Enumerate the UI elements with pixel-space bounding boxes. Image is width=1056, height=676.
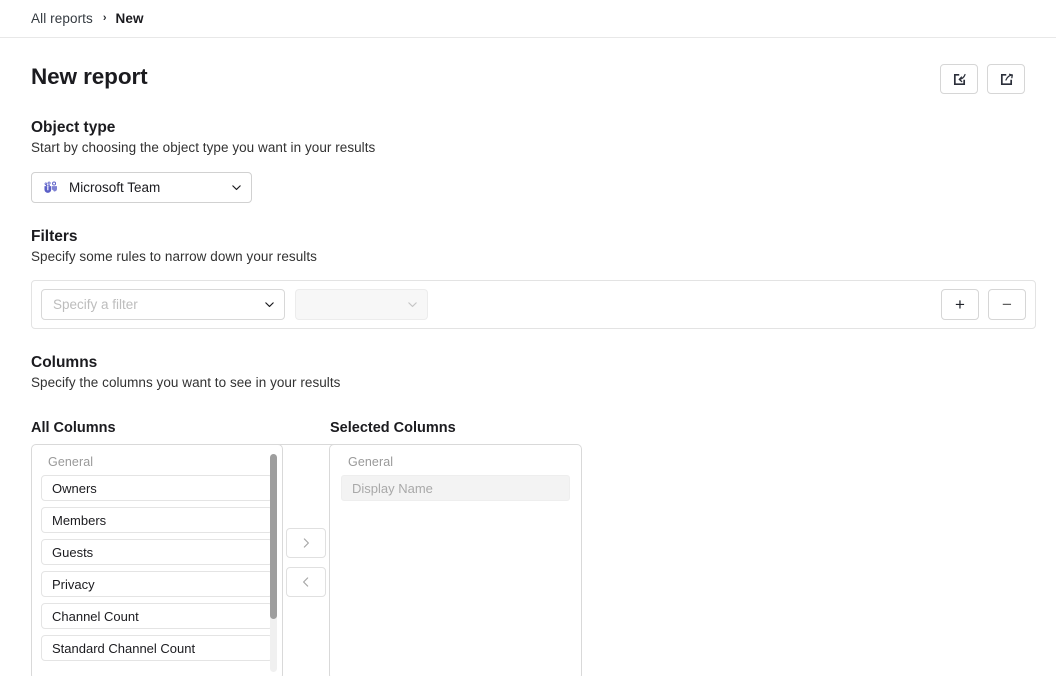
- transfer-buttons: [283, 444, 329, 676]
- list-item[interactable]: Members: [41, 507, 273, 533]
- breadcrumb: All reports › New: [0, 0, 1056, 38]
- list-item[interactable]: Display Name: [341, 475, 570, 501]
- list-item[interactable]: Guests: [41, 539, 273, 565]
- chevron-down-icon: [406, 298, 419, 311]
- all-columns-list: Owners Members Guests Privacy Channel Co…: [41, 475, 273, 661]
- page-body: New report Object type Start by choosing…: [0, 38, 1056, 676]
- object-type-dropdown[interactable]: Microsoft Team: [31, 172, 252, 203]
- filters-section: Filters Specify some rules to narrow dow…: [31, 228, 1036, 329]
- page-title: New report: [31, 64, 148, 89]
- all-columns-scrollbar-thumb[interactable]: [270, 454, 277, 619]
- export-report-button[interactable]: [987, 64, 1025, 94]
- export-icon: [1000, 73, 1013, 85]
- chevron-left-icon: [303, 576, 309, 587]
- remove-filter-button[interactable]: −: [988, 289, 1026, 320]
- selected-columns-panel[interactable]: General Display Name: [329, 444, 582, 676]
- dual-list-transfer: General Owners Members Guests Privacy Ch…: [31, 444, 1036, 676]
- columns-section: Columns Specify the columns you want to …: [31, 354, 1036, 676]
- list-item[interactable]: Standard Channel Count: [41, 635, 273, 661]
- add-filter-button[interactable]: +: [941, 289, 979, 320]
- all-columns-scrollbar[interactable]: [270, 454, 277, 672]
- all-columns-label: All Columns: [31, 420, 116, 436]
- chevron-down-icon: [263, 298, 276, 311]
- move-left-button[interactable]: [286, 566, 326, 597]
- columns-title: Columns: [31, 354, 98, 371]
- dual-list-labels: All Columns Selected Columns: [31, 420, 1036, 436]
- object-type-section: Object type Start by choosing the object…: [31, 119, 1036, 203]
- object-type-title: Object type: [31, 119, 116, 136]
- list-item[interactable]: Privacy: [41, 571, 273, 597]
- filter-row: Specify a filter + −: [31, 280, 1036, 329]
- move-right-button[interactable]: [286, 527, 326, 558]
- import-icon: [953, 73, 966, 85]
- all-columns-group-header: General: [48, 455, 94, 469]
- list-item[interactable]: Channel Count: [41, 603, 273, 629]
- page-header: New report: [31, 38, 1036, 94]
- breadcrumb-item-all-reports[interactable]: All reports: [31, 11, 93, 26]
- selected-columns-group-header: General: [348, 455, 394, 469]
- microsoft-teams-icon: [43, 180, 59, 196]
- filter-field-dropdown[interactable]: Specify a filter: [41, 289, 285, 320]
- chevron-right-icon: [303, 537, 309, 548]
- object-type-subtitle: Start by choosing the object type you wa…: [31, 140, 376, 155]
- selected-columns-list: Display Name: [341, 475, 570, 501]
- breadcrumb-item-new: New: [115, 11, 144, 26]
- filter-operator-dropdown[interactable]: [295, 289, 428, 320]
- filters-title: Filters: [31, 228, 78, 245]
- page-header-actions: [940, 64, 1036, 94]
- chevron-down-icon: [230, 181, 243, 194]
- import-report-button[interactable]: [940, 64, 978, 94]
- filters-subtitle: Specify some rules to narrow down your r…: [31, 249, 317, 264]
- breadcrumb-separator-icon: ›: [102, 12, 107, 24]
- all-columns-panel[interactable]: General Owners Members Guests Privacy Ch…: [31, 444, 283, 676]
- selected-columns-label: Selected Columns: [330, 420, 456, 436]
- filter-row-buttons: + −: [941, 289, 1026, 320]
- filter-field-placeholder: Specify a filter: [53, 297, 138, 312]
- list-item[interactable]: Owners: [41, 475, 273, 501]
- columns-subtitle: Specify the columns you want to see in y…: [31, 375, 341, 390]
- object-type-value: Microsoft Team: [69, 180, 161, 195]
